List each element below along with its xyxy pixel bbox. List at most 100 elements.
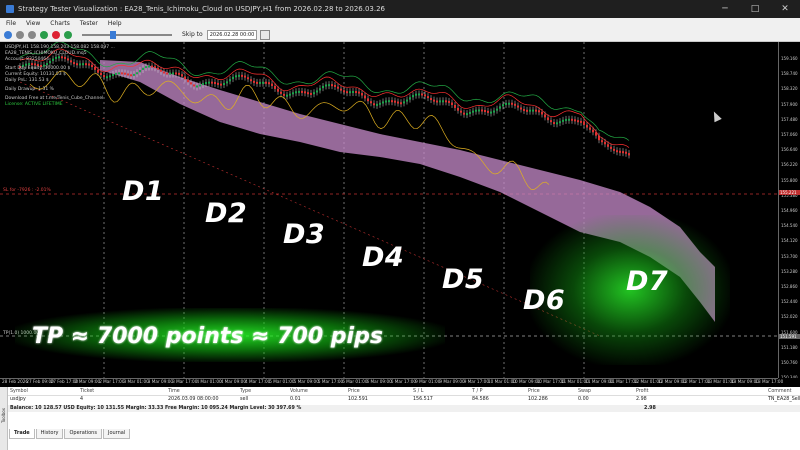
table-cell: 156.517	[413, 397, 433, 402]
toolbox-sidebar[interactable]: Toolbox	[0, 387, 8, 450]
candle	[466, 113, 468, 116]
candle	[424, 94, 426, 97]
candle	[169, 72, 171, 75]
column-header[interactable]: Swap	[578, 389, 591, 394]
day-label-d5: D5	[442, 264, 485, 295]
candle	[547, 117, 549, 121]
day-label-d4: D4	[362, 242, 405, 273]
candle	[478, 109, 480, 112]
column-header[interactable]: Price	[528, 389, 540, 394]
menu-charts[interactable]: Charts	[50, 20, 70, 27]
candle	[607, 144, 609, 147]
price-scale[interactable]: 159.160 158.740 158.320 157.900 157.480 157.0…	[778, 42, 800, 378]
minimize-button[interactable]: ─	[710, 0, 740, 18]
tab-operations[interactable]: Operations	[64, 429, 102, 439]
column-header[interactable]: Comment	[768, 389, 792, 394]
candle	[196, 85, 198, 88]
menu-file[interactable]: File	[6, 20, 16, 27]
sl-line-label: SL for -7926 : -2.01%	[3, 188, 51, 193]
play-icon[interactable]	[40, 30, 48, 39]
candle	[604, 141, 606, 145]
column-header[interactable]: T / P	[472, 389, 483, 394]
column-header[interactable]: Profit	[636, 389, 649, 394]
time-scale[interactable]: 28 Feb 2026 27 Feb 09:00 27 Feb 17:00 2 Mar…	[0, 378, 783, 387]
chart-icon[interactable]	[4, 30, 12, 39]
candle	[523, 109, 525, 112]
candle	[205, 82, 207, 85]
candle	[373, 103, 375, 106]
column-header[interactable]: Symbol	[10, 389, 28, 394]
price-highlight-label: 155.221	[779, 190, 800, 195]
candle	[601, 140, 603, 143]
column-header[interactable]: Type	[240, 389, 251, 394]
candle	[130, 74, 132, 77]
speed-slider-thumb[interactable]	[110, 30, 116, 39]
candle	[571, 118, 573, 121]
menu-help[interactable]: Help	[108, 20, 122, 27]
column-header[interactable]: Price	[348, 389, 360, 394]
candle	[472, 110, 474, 113]
candle	[583, 121, 585, 125]
table-cell: 0.01	[290, 397, 301, 402]
candle	[370, 101, 372, 104]
candle	[565, 118, 567, 121]
step-icon[interactable]	[64, 30, 72, 39]
candle	[175, 72, 177, 75]
candle	[445, 100, 447, 103]
tab-history[interactable]: History	[35, 429, 64, 439]
price-tick-label: 150.760	[781, 360, 798, 365]
candle	[163, 71, 165, 74]
time-tick-label: 2 Mar 17:00	[99, 379, 125, 384]
candle	[361, 93, 363, 96]
candle	[397, 101, 399, 104]
skip-date-input[interactable]: 2026.02.28 00:00	[206, 29, 257, 40]
candle	[409, 97, 411, 100]
candle	[190, 82, 192, 85]
menu-view[interactable]: View	[26, 20, 40, 27]
candle	[118, 72, 120, 75]
candle	[358, 91, 360, 94]
column-header[interactable]: Ticket	[80, 389, 94, 394]
balance-row: Balance: 10 128.57 USD Equity: 10 131.55…	[8, 405, 800, 412]
price-tick-label: 158.320	[781, 86, 798, 92]
tab-trade[interactable]: Trade	[9, 429, 35, 439]
title-bar: Strategy Tester Visualization : EA28_Ten…	[0, 0, 800, 18]
candle	[244, 75, 246, 78]
zoom-icon[interactable]	[16, 30, 24, 39]
tab-journal[interactable]: Journal	[102, 429, 131, 439]
column-header[interactable]: Time	[168, 389, 180, 394]
maximize-button[interactable]: □	[740, 0, 770, 18]
candle	[430, 98, 432, 101]
time-tick-label: 3 Mar 01:00	[123, 379, 149, 384]
candle	[406, 99, 408, 102]
time-tick-label: 5 Mar 09:00	[293, 379, 319, 384]
price-tick-label: 151.180	[781, 344, 798, 350]
skip-go-button[interactable]	[259, 29, 270, 40]
menu-tester[interactable]: Tester	[80, 20, 98, 27]
candle	[220, 83, 222, 86]
candle	[154, 66, 156, 69]
candle	[127, 73, 129, 76]
candle	[328, 84, 330, 87]
candle	[307, 92, 309, 95]
indicator-icon[interactable]	[28, 30, 36, 39]
day-label-d7: D7	[626, 266, 669, 297]
table-row[interactable]: usdjpy 4 2026.03.09 08:00:00 sell 0.01 102.59…	[8, 396, 800, 403]
candle	[274, 85, 276, 89]
candle	[622, 151, 624, 154]
candle	[202, 83, 204, 86]
column-header[interactable]: S / L	[413, 389, 423, 394]
candle	[580, 120, 582, 123]
table-cell: 4	[80, 397, 84, 402]
column-header[interactable]: Volume	[290, 389, 308, 394]
candle	[415, 93, 417, 96]
candle	[526, 109, 528, 112]
table-cell: 102.591	[348, 397, 368, 402]
stop-icon[interactable]	[52, 30, 60, 39]
speed-slider[interactable]	[82, 30, 172, 39]
close-button[interactable]: ✕	[770, 0, 800, 18]
time-tick-label: 6 Mar 17:00	[390, 379, 417, 384]
price-tick-label: 156.220	[781, 162, 798, 168]
price-tick-label: 150.340	[781, 375, 798, 378]
table-cell: 2.98	[636, 397, 647, 402]
